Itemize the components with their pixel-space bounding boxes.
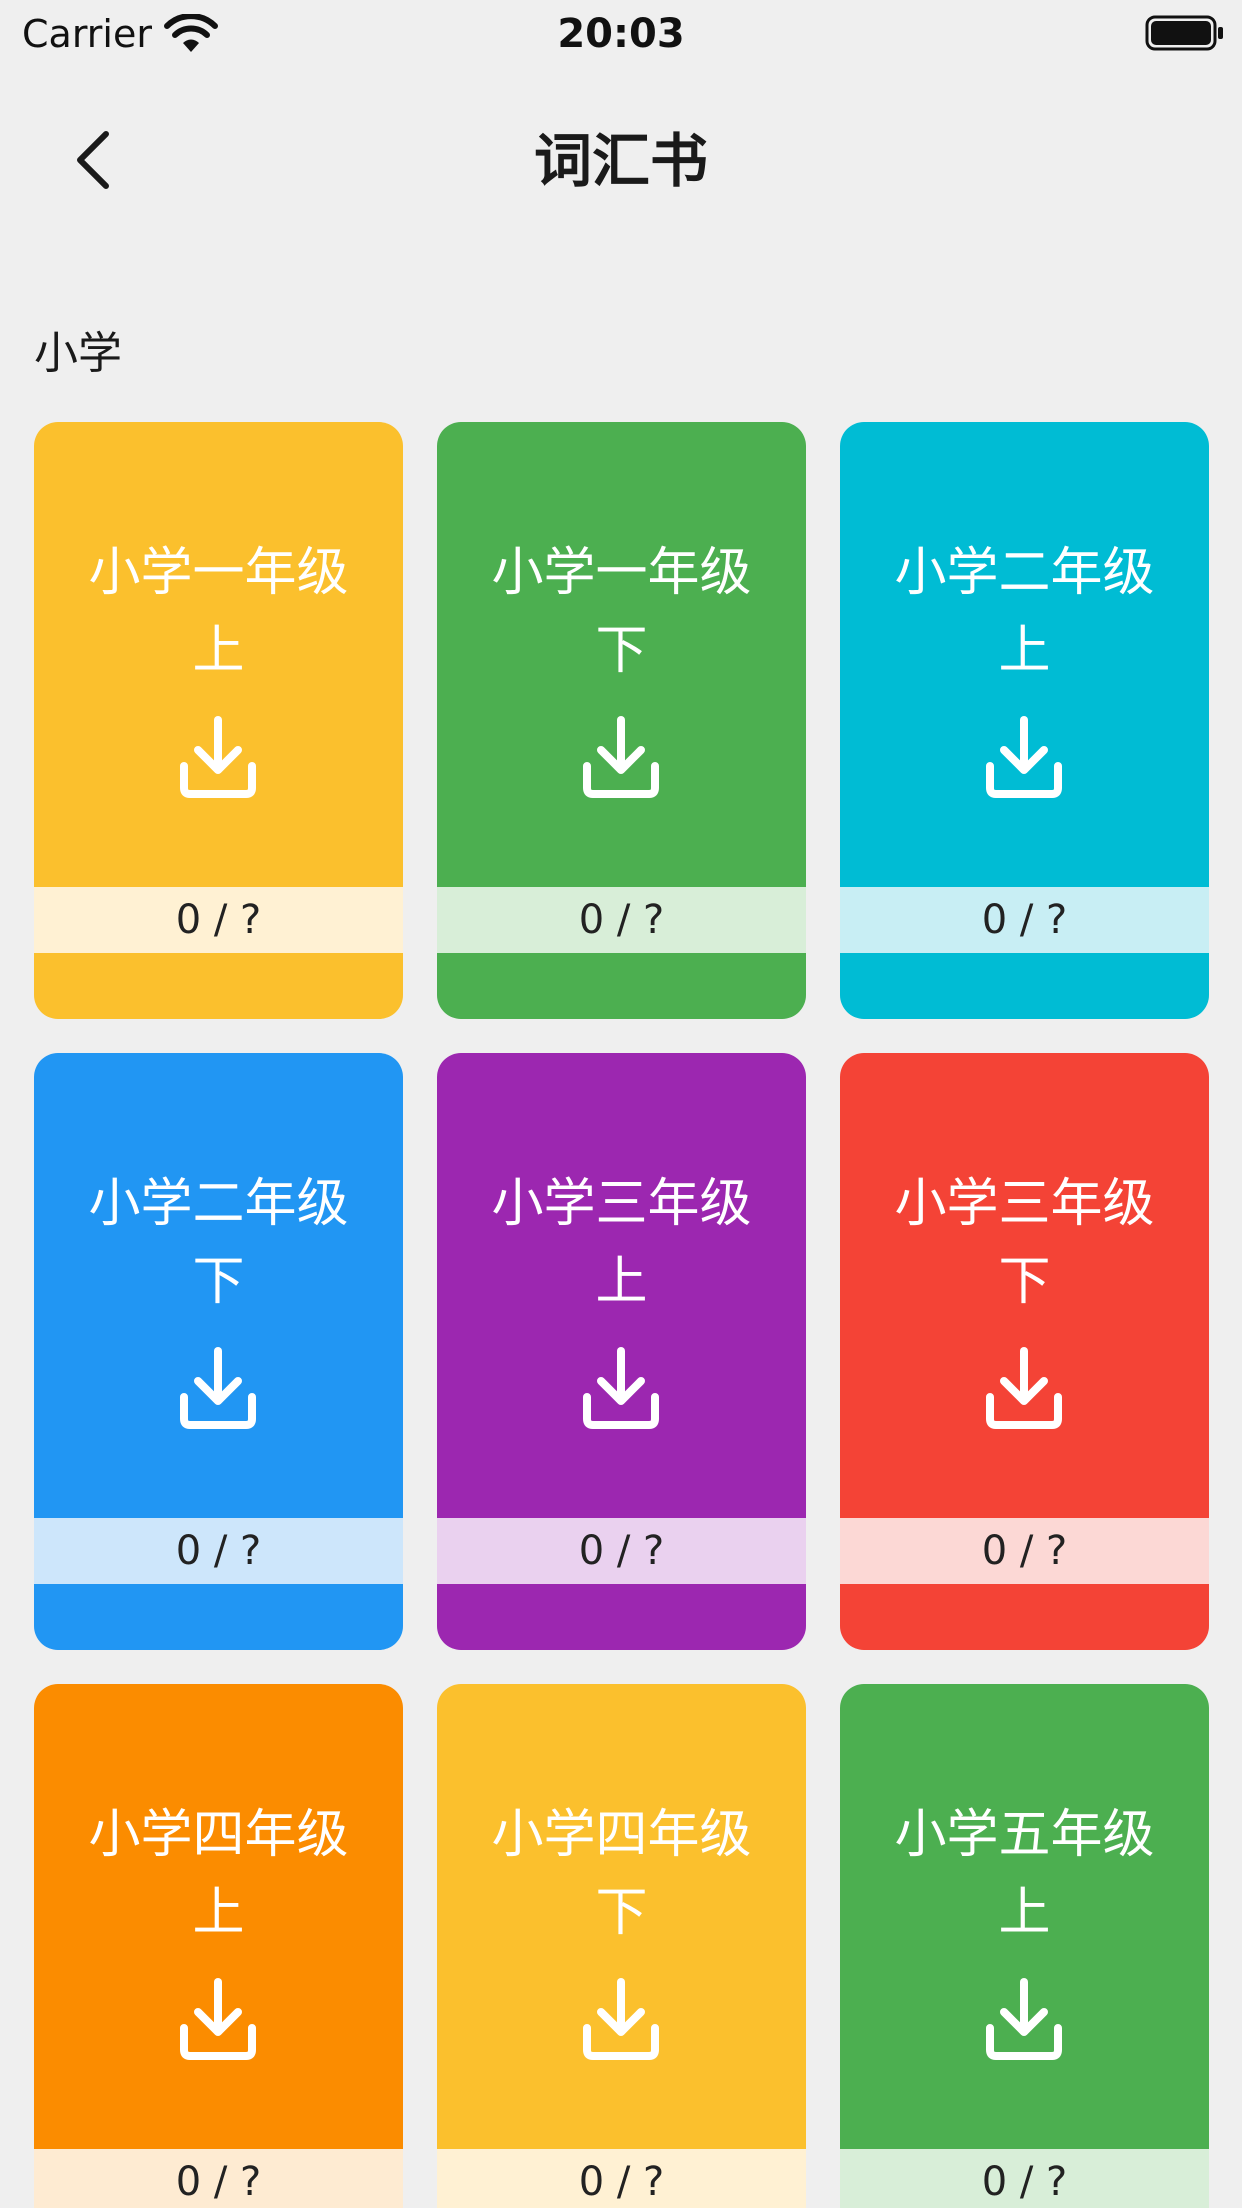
book-title: 小学一年级下	[437, 534, 806, 690]
book-title: 小学五年级上	[840, 1796, 1209, 1952]
download-icon[interactable]	[984, 714, 1064, 798]
download-icon[interactable]	[581, 714, 661, 798]
book-title-grade: 小学二年级	[88, 1174, 349, 1234]
vocabulary-book-card[interactable]: 小学二年级下 0 / ?	[34, 1053, 403, 1650]
progress-count: 0 / ?	[437, 1518, 806, 1584]
book-title: 小学四年级下	[437, 1796, 806, 1952]
book-title: 小学二年级下	[34, 1165, 403, 1321]
vocabulary-book-card[interactable]: 小学三年级上 0 / ?	[437, 1053, 806, 1650]
book-title-grade: 小学三年级	[491, 1174, 752, 1234]
book-title-term: 下	[192, 1252, 245, 1312]
book-title: 小学四年级上	[34, 1796, 403, 1952]
page-title: 词汇书	[533, 127, 708, 195]
book-title-grade: 小学四年级	[491, 1805, 752, 1865]
vocabulary-book-grid: 小学一年级上 0 / ? 小学一年级下 0 / ? 小学二年级上 0 / ? 小学二年级下 0…	[34, 422, 1210, 2208]
book-title: 小学二年级上	[840, 534, 1209, 690]
book-title-grade: 小学一年级	[491, 543, 752, 603]
download-icon[interactable]	[984, 1976, 1064, 2060]
progress-count: 0 / ?	[437, 887, 806, 953]
progress-count: 0 / ?	[437, 2149, 806, 2208]
book-title-term: 上	[998, 621, 1051, 681]
book-title-grade: 小学二年级	[894, 543, 1155, 603]
vocabulary-book-card[interactable]: 小学四年级上 0 / ?	[34, 1684, 403, 2208]
screen: Carrier 20:03 词汇书 小学 小学一年级上 0 / ? 小学一年级下 0 …	[0, 0, 1242, 2208]
progress-count: 0 / ?	[840, 1518, 1209, 1584]
book-title-term: 下	[595, 1883, 648, 1943]
status-bar: Carrier 20:03	[0, 0, 1242, 66]
clock: 20:03	[557, 11, 685, 57]
section-title: 小学	[34, 328, 122, 379]
progress-count: 0 / ?	[34, 1518, 403, 1584]
download-icon[interactable]	[178, 714, 258, 798]
book-title: 小学三年级下	[840, 1165, 1209, 1321]
progress-count: 0 / ?	[34, 2149, 403, 2208]
book-title-grade: 小学四年级	[88, 1805, 349, 1865]
battery-icon	[1145, 15, 1223, 51]
book-title: 小学三年级上	[437, 1165, 806, 1321]
book-title-grade: 小学一年级	[88, 543, 349, 603]
book-title: 小学一年级上	[34, 534, 403, 690]
progress-count: 0 / ?	[840, 2149, 1209, 2208]
download-icon[interactable]	[178, 1976, 258, 2060]
download-icon[interactable]	[581, 1976, 661, 2060]
book-title-term: 上	[192, 1883, 245, 1943]
navigation-bar: 词汇书	[0, 90, 1242, 230]
vocabulary-book-card[interactable]: 小学一年级下 0 / ?	[437, 422, 806, 1019]
vocabulary-book-card[interactable]: 小学三年级下 0 / ?	[840, 1053, 1209, 1650]
book-title-grade: 小学五年级	[894, 1805, 1155, 1865]
book-title-term: 上	[192, 621, 245, 681]
progress-count: 0 / ?	[840, 887, 1209, 953]
vocabulary-book-card[interactable]: 小学四年级下 0 / ?	[437, 1684, 806, 2208]
book-title-term: 下	[998, 1252, 1051, 1312]
download-icon[interactable]	[178, 1345, 258, 1429]
download-icon[interactable]	[984, 1345, 1064, 1429]
vocabulary-book-card[interactable]: 小学二年级上 0 / ?	[840, 422, 1209, 1019]
vocabulary-book-card[interactable]: 小学五年级上 0 / ?	[840, 1684, 1209, 2208]
download-icon[interactable]	[581, 1345, 661, 1429]
progress-count: 0 / ?	[34, 887, 403, 953]
book-title-term: 下	[595, 621, 648, 681]
book-title-grade: 小学三年级	[894, 1174, 1155, 1234]
vocabulary-book-card[interactable]: 小学一年级上 0 / ?	[34, 422, 403, 1019]
book-title-term: 上	[595, 1252, 648, 1312]
book-title-term: 上	[998, 1883, 1051, 1943]
